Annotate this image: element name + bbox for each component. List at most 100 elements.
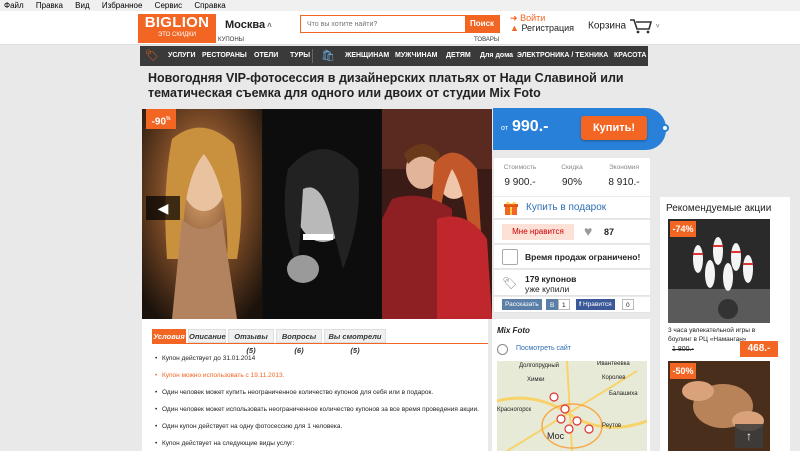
bought-info: 179 купонов уже купили <box>525 274 576 294</box>
nav-tours[interactable]: ТУРЫ <box>290 46 310 66</box>
map-label: Красногорск <box>497 407 532 413</box>
logo-text: BIGLION <box>144 14 210 31</box>
nav-men[interactable]: МУЖЧИНАМ <box>395 46 438 66</box>
condition-item: Один купон действует на одну фотосессию … <box>155 423 342 430</box>
scroll-top-button[interactable]: ↑ <box>735 424 763 448</box>
city-name: Москва <box>225 19 266 31</box>
stat-label-discount: Скидка <box>561 164 583 171</box>
map-panel: Mix Foto Посмотреть сайт Долгопрудный Ив… <box>492 319 650 451</box>
nav-electronics[interactable]: ЭЛЕКТРОНИКА / ТЕХНИКА <box>517 46 608 66</box>
nav-women[interactable]: ЖЕНЩИНАМ <box>345 46 389 66</box>
gallery-prev-button[interactable]: ◀ <box>146 196 180 220</box>
time-limit-text: Время продаж ограничено! <box>525 252 641 262</box>
nav-restaurants[interactable]: РЕСТОРАНЫ <box>202 46 247 66</box>
tab-reviews[interactable]: Отзывы (5) <box>228 329 274 355</box>
photo-gallery[interactable] <box>142 109 492 319</box>
vk-share-count: 1 <box>558 299 570 310</box>
social-row: Рассказать В 1 f Нравится 0 <box>494 297 650 313</box>
tab-conditions[interactable]: Условия <box>152 329 186 343</box>
discount-value: -90 <box>151 116 166 128</box>
nav-beauty[interactable]: КРАСОТА <box>614 46 646 66</box>
register-link[interactable]: Регистрация <box>521 23 574 33</box>
city-selector[interactable]: Москва ˄ <box>225 19 272 31</box>
vk-share-button[interactable]: Рассказать <box>502 299 542 310</box>
login-link[interactable]: Войти <box>520 13 545 23</box>
user-icon: ▲ <box>510 23 519 33</box>
price-value: 990.- <box>512 118 549 135</box>
stat-value-savings: 8 910.- <box>608 177 640 188</box>
deal-tabs: Условия Описание Отзывы (5) Вопросы (6) … <box>142 319 488 451</box>
map-label: Долгопрудный <box>519 363 560 369</box>
deal-title: Новогодняя VIP-фотосессия в дизайнерских… <box>148 71 624 100</box>
buy-button[interactable]: Купить! <box>581 116 647 140</box>
fb-like-label: Нравится <box>582 301 612 308</box>
nav-kids[interactable]: ДЕТЯМ <box>446 46 471 66</box>
nav-home[interactable]: Для дома <box>480 46 513 66</box>
fb-like-count: 0 <box>622 299 634 310</box>
tab-viewed[interactable]: Вы смотрели (5) <box>324 329 386 355</box>
company-site-link[interactable]: Посмотреть сайт <box>516 345 571 352</box>
gift-icon <box>504 201 518 215</box>
recommended-old-price: 1 800.- <box>672 346 694 353</box>
login-icon: ➜ <box>510 13 518 23</box>
biglion-logo[interactable]: BIGLION ЭТО СКИДКИ <box>138 14 216 43</box>
discount-badge: -90% <box>146 109 176 129</box>
stat-value-price: 9 900.- <box>504 177 536 188</box>
price-prefix: от <box>501 125 508 132</box>
like-count: 87 <box>604 227 615 237</box>
tag-icon: 🏷 <box>502 276 518 290</box>
like-row: Мне нравится ♥ 87 <box>494 220 650 244</box>
condition-item: Один человек может использовать неограни… <box>155 406 479 413</box>
recommended-panel: Рекомендуемые акции -74% 3 часа увлекате… <box>660 197 790 451</box>
coupons-label: КУПОНЫ <box>218 37 244 43</box>
facebook-icon: f <box>579 301 582 308</box>
logo-tagline: ЭТО СКИДКИ <box>157 32 197 38</box>
like-button[interactable]: Мне нравится <box>502 224 574 240</box>
auth-links: ➜ Войти ▲ Регистрация <box>510 13 574 33</box>
condition-item: Один человек может купить неограниченное… <box>155 389 433 396</box>
menu-edit[interactable]: Правка <box>36 1 63 10</box>
search-input[interactable] <box>301 16 466 32</box>
hourglass-icon <box>502 249 518 265</box>
map-label: Королев <box>602 375 626 381</box>
bought-count: 179 купонов <box>525 274 577 284</box>
map-label: Мос <box>547 431 565 441</box>
stat-label-price: Стоимость <box>503 164 537 171</box>
nav-services[interactable]: УСЛУГИ <box>168 46 196 66</box>
time-limit-row: Время продаж ограничено! <box>494 245 650 269</box>
tab-questions[interactable]: Вопросы (6) <box>276 329 322 355</box>
site-header: BIGLION ЭТО СКИДКИ Москва˄ Поиск ➜ Войти… <box>0 11 800 45</box>
deal-stats: Стоимость 9 900.- Скидка 90% Экономия 8 … <box>494 158 650 196</box>
nav-hotels[interactable]: ОТЕЛИ <box>254 46 278 66</box>
menu-tools[interactable]: Сервис <box>155 1 182 10</box>
recommended-discount: -74% <box>670 221 696 237</box>
cart-button[interactable]: Корзина ˅ <box>588 18 660 34</box>
vk-share-label: Рассказать <box>505 301 539 308</box>
heart-icon[interactable]: ♥ <box>584 223 592 239</box>
gift-label: Купить в подарок <box>526 202 607 213</box>
coupons-tag-icon: 🏷 <box>145 50 159 62</box>
menu-favorites[interactable]: Избранное <box>102 1 143 10</box>
chevron-left-icon: ◀ <box>157 200 169 216</box>
photo-smoking-woman <box>263 109 381 319</box>
tab-description[interactable]: Описание <box>188 329 226 343</box>
location-map[interactable]: Долгопрудный Ивантеевка Химки Королев Ба… <box>497 361 647 451</box>
search-button[interactable]: Поиск <box>465 16 499 32</box>
fb-like-button[interactable]: f Нравится <box>576 299 615 310</box>
category-nav: 🏷 УСЛУГИ РЕСТОРАНЫ ОТЕЛИ ТУРЫ 🛍 ЖЕНЩИНАМ… <box>140 46 648 66</box>
nav-divider <box>312 49 313 63</box>
map-label: Балашиха <box>609 391 638 397</box>
discount-percent: % <box>166 116 171 122</box>
cart-label: Корзина <box>588 20 627 32</box>
goods-label: ТОВАРЫ <box>474 37 500 43</box>
gift-button[interactable]: Купить в подарок <box>494 197 650 219</box>
menu-file[interactable]: Файл <box>4 1 24 10</box>
menu-help[interactable]: Справка <box>194 1 225 10</box>
price-box-dot <box>661 124 669 132</box>
condition-item: Купон действует на следующие виды услуг: <box>155 440 294 447</box>
cart-icon <box>629 19 652 34</box>
bought-row: 🏷 179 купонов уже купили <box>494 270 650 296</box>
menu-view[interactable]: Вид <box>75 1 89 10</box>
recommended-title: Рекомендуемые акции <box>666 203 772 214</box>
browser-menubar: Файл Правка Вид Избранное Сервис Справка <box>0 0 800 11</box>
